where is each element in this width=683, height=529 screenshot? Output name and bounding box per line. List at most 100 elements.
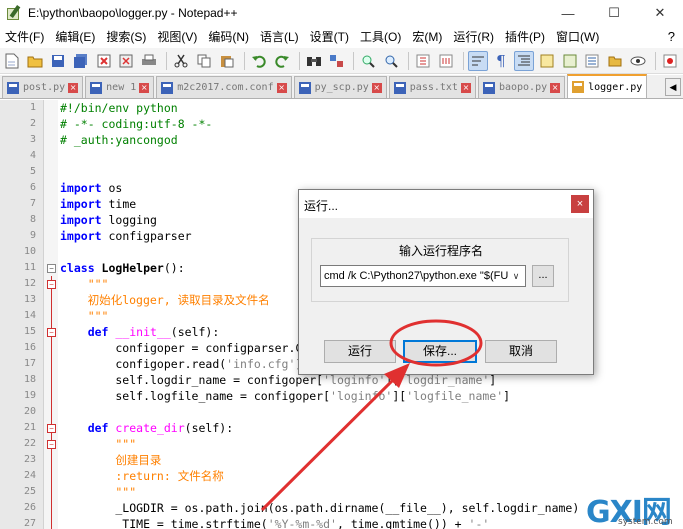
menu-help[interactable]: ? [668,26,675,48]
close-file-icon[interactable] [94,51,114,71]
code-line[interactable]: 1 #!/bin/env python [0,100,683,116]
code-line[interactable]: 5 [0,164,683,180]
fold-toggle-icon[interactable]: − [47,328,56,337]
udl-icon[interactable] [537,51,557,71]
menu-edit[interactable]: 编辑(E) [50,26,100,48]
code-line[interactable]: 2 # -*- coding:utf-8 -*- [0,116,683,132]
code-text: self.logfile_name = configoper['loginfo'… [60,388,510,404]
tab-m2c2017-conf[interactable]: m2c2017.com.conf × [156,76,292,98]
menu-view[interactable]: 视图(V) [152,26,202,48]
fold-toggle-icon[interactable]: − [47,424,56,433]
code-line[interactable]: 24 :return: 文件名称 [0,468,683,484]
tab-new-1[interactable]: new 1 × [85,76,155,98]
toolbar-separator [655,51,657,70]
undo-icon[interactable] [249,51,269,71]
line-number: 8 [29,214,36,225]
sync-horizontal-icon[interactable] [436,51,456,71]
folder-as-workspace-icon[interactable] [605,51,625,71]
code-token: 'loginfo' [330,389,393,403]
macro-record-icon[interactable] [660,51,680,71]
tab-close-icon[interactable]: × [460,82,471,93]
code-line[interactable]: 26 _LOGDIR = os.path.join(os.path.dirnam… [0,500,683,516]
file-saved-icon [393,81,406,94]
chevron-down-icon[interactable]: ∨ [509,266,523,286]
menu-plugins[interactable]: 插件(P) [500,26,550,48]
code-line[interactable]: 22 """ [0,436,683,452]
menu-file[interactable]: 文件(F) [0,26,49,48]
code-line[interactable]: 23 创建目录 [0,452,683,468]
code-text: """ [60,436,136,452]
tab-scroll-left-icon[interactable]: ◀ [665,78,681,96]
zoom-in-icon[interactable] [358,51,378,71]
line-number: 27 [23,518,36,529]
code-line[interactable]: 21 def create_dir(self): [0,420,683,436]
menu-encoding[interactable]: 编码(N) [203,26,254,48]
line-number: 19 [23,390,36,401]
save-icon[interactable] [48,51,68,71]
code-line[interactable]: 4 [0,148,683,164]
tab-logger-py[interactable]: logger.py [567,74,648,98]
zoom-out-icon[interactable] [381,51,401,71]
show-all-chars-icon[interactable]: ¶ [491,51,511,71]
code-token: 'loginfo' [323,373,386,387]
minimize-button[interactable]: — [545,0,591,26]
close-button[interactable]: ✕ [637,0,683,26]
line-number: 23 [23,454,36,465]
code-line[interactable]: 19 self.logfile_name = configoper['login… [0,388,683,404]
monitoring-icon[interactable] [628,51,648,71]
menu-window[interactable]: 窗口(W) [551,26,604,48]
menu-macro[interactable]: 宏(M) [407,26,447,48]
sync-vertical-icon[interactable] [413,51,433,71]
tab-close-icon[interactable]: × [371,82,382,93]
menu-search[interactable]: 搜索(S) [101,26,151,48]
paste-icon[interactable] [217,51,237,71]
run-button[interactable]: 运行 [324,340,396,363]
find-icon[interactable] [304,51,324,71]
fold-toggle-icon[interactable]: − [47,264,56,273]
code-token: """ [60,277,109,291]
command-combobox[interactable]: cmd /k C:\Python27\python.exe "$(FU ∨ [320,265,526,287]
doc-map-icon[interactable] [560,51,580,71]
redo-icon[interactable] [272,51,292,71]
code-line[interactable]: 25 """ [0,484,683,500]
cut-icon[interactable] [171,51,191,71]
code-text: """ [60,276,109,292]
tab-close-icon[interactable]: × [276,82,287,93]
toolbar-separator [166,51,168,70]
tab-pass-txt[interactable]: pass.txt × [388,76,476,98]
copy-icon[interactable] [194,51,214,71]
close-all-icon[interactable] [116,51,136,71]
open-file-icon[interactable] [25,51,45,71]
save-button[interactable]: 保存... [403,340,477,363]
replace-icon[interactable] [327,51,347,71]
new-file-icon[interactable] [2,51,22,71]
maximize-button[interactable]: ☐ [591,0,637,26]
menu-settings[interactable]: 设置(T) [305,26,354,48]
tab-close-icon[interactable]: × [550,82,561,93]
code-line[interactable]: 3 # _auth:yancongod [0,132,683,148]
code-line[interactable]: 20 [0,404,683,420]
dialog-close-button[interactable]: × [571,195,589,213]
tab-post-py[interactable]: post.py × [2,76,84,98]
fold-toggle-icon[interactable]: − [47,280,56,289]
menu-run[interactable]: 运行(R) [448,26,499,48]
menu-language[interactable]: 语言(L) [255,26,304,48]
tab-close-icon[interactable]: × [68,82,79,93]
print-icon[interactable] [139,51,159,71]
function-list-icon[interactable] [583,51,603,71]
indent-guide-icon[interactable] [513,50,534,71]
cancel-button[interactable]: 取消 [485,340,557,363]
save-all-icon[interactable] [71,51,91,71]
word-wrap-icon[interactable] [468,50,488,71]
tab-close-icon[interactable]: × [139,82,150,93]
tab-py-scp-py[interactable]: py_scp.py × [293,76,387,98]
tab-baopo-py[interactable]: baopo.py × [477,76,566,98]
code-line[interactable]: 27 _TIME = time.strftime('%Y-%m-%d', tim… [0,516,683,529]
fold-toggle-icon[interactable]: − [47,440,56,449]
browse-button[interactable]: ... [532,265,554,287]
menu-tools[interactable]: 工具(O) [355,26,406,48]
file-saved-icon [298,81,311,94]
toolbar-separator [243,51,245,70]
